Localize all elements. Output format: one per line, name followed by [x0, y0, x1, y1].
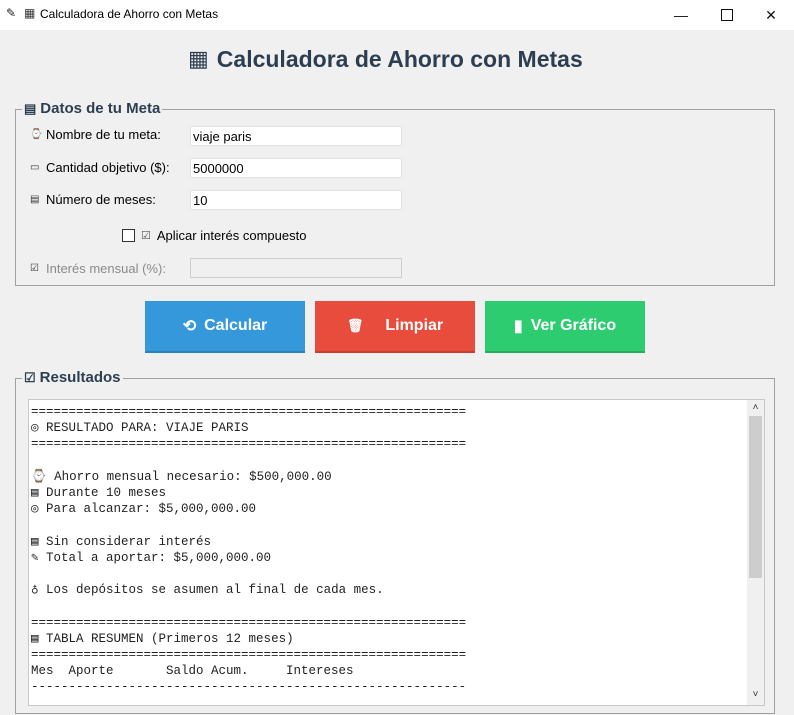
minimize-icon: — [674, 7, 688, 23]
minimize-button[interactable]: — [658, 0, 704, 30]
scrollbar-thumb[interactable] [749, 416, 762, 578]
interest-label: Interés mensual (%): [46, 261, 166, 276]
scroll-up-icon[interactable]: ˄ [747, 402, 764, 416]
close-button[interactable]: ✕ [748, 0, 794, 30]
maximize-icon [721, 9, 733, 21]
target-amount-label: Cantidad objetivo ($): [46, 160, 170, 175]
money-icon: ▭ [30, 162, 40, 173]
meta-group: ▤ Datos de tu Meta ⌚ Nombre de tu meta: … [15, 100, 775, 286]
target-amount-row: ▭ Cantidad objetivo ($): [30, 160, 170, 175]
window-title: Calculadora de Ahorro con Metas [40, 7, 219, 21]
clear-button-label: Limpiar [385, 317, 444, 334]
compound-interest-checkbox-row[interactable]: ☑ Aplicar interés compuesto [122, 228, 306, 243]
clear-button[interactable]: 🗑 Limpiar [315, 301, 475, 353]
target-amount-input[interactable]: 5000000 [190, 158, 402, 178]
scroll-down-icon[interactable]: ˅ [747, 689, 764, 703]
close-icon: ✕ [765, 6, 777, 23]
checkmark-icon: ☑ [30, 263, 39, 274]
compound-interest-label: Aplicar interés compuesto [156, 228, 307, 243]
results-group-legend: ☑ Resultados [22, 369, 123, 386]
trash-icon: 🗑 [346, 318, 364, 333]
stopwatch-icon: ⌚ [30, 129, 43, 140]
chart-icon: ▮ [513, 318, 523, 335]
chart-button[interactable]: ▮ Ver Gráfico [485, 301, 645, 353]
goal-name-label: Nombre de tu meta: [46, 127, 161, 142]
maximize-button[interactable] [704, 0, 750, 30]
feather-icon: ✎ [6, 6, 17, 20]
interest-input[interactable] [190, 258, 402, 278]
results-text: ========================================… [31, 405, 467, 695]
calculate-button[interactable]: ⟲ Calcular [145, 301, 305, 353]
results-text-area[interactable]: ========================================… [28, 399, 765, 706]
window-titlebar: ✎ ▦ Calculadora de Ahorro con Metas — ✕ [0, 0, 794, 30]
refresh-icon: ⟲ [182, 318, 197, 335]
meta-group-legend: ▤ Datos de tu Meta [22, 100, 163, 117]
calculate-button-label: Calcular [204, 317, 268, 334]
page-title-text: Calculadora de Ahorro con Metas [216, 45, 583, 72]
checkmark-icon: ☑ [141, 230, 151, 242]
building-icon: ▦ [24, 6, 36, 20]
interest-row: ☑ Interés mensual (%): [30, 261, 166, 276]
checkmark-icon: ☑ [24, 369, 36, 385]
chart-icon: ▤ [24, 100, 37, 116]
calendar-icon: ▤ [30, 194, 40, 205]
results-group: ☑ Resultados ===========================… [15, 369, 775, 714]
chart-button-label: Ver Gráfico [530, 317, 617, 334]
meta-group-title: Datos de tu Meta [40, 100, 161, 117]
months-input[interactable]: 10 [190, 190, 402, 210]
months-row: ▤ Número de meses: [30, 192, 156, 207]
results-scrollbar[interactable]: ˄ ˅ [747, 400, 764, 705]
months-label: Número de meses: [46, 192, 156, 207]
building-icon: ▦ [188, 46, 209, 71]
goal-name-input[interactable]: viaje paris [190, 126, 402, 146]
results-group-title: Resultados [39, 369, 121, 386]
page-title: ▦ Calculadora de Ahorro con Metas [188, 44, 583, 74]
compound-interest-checkbox[interactable] [122, 229, 135, 242]
goal-name-row: ⌚ Nombre de tu meta: [30, 127, 161, 142]
